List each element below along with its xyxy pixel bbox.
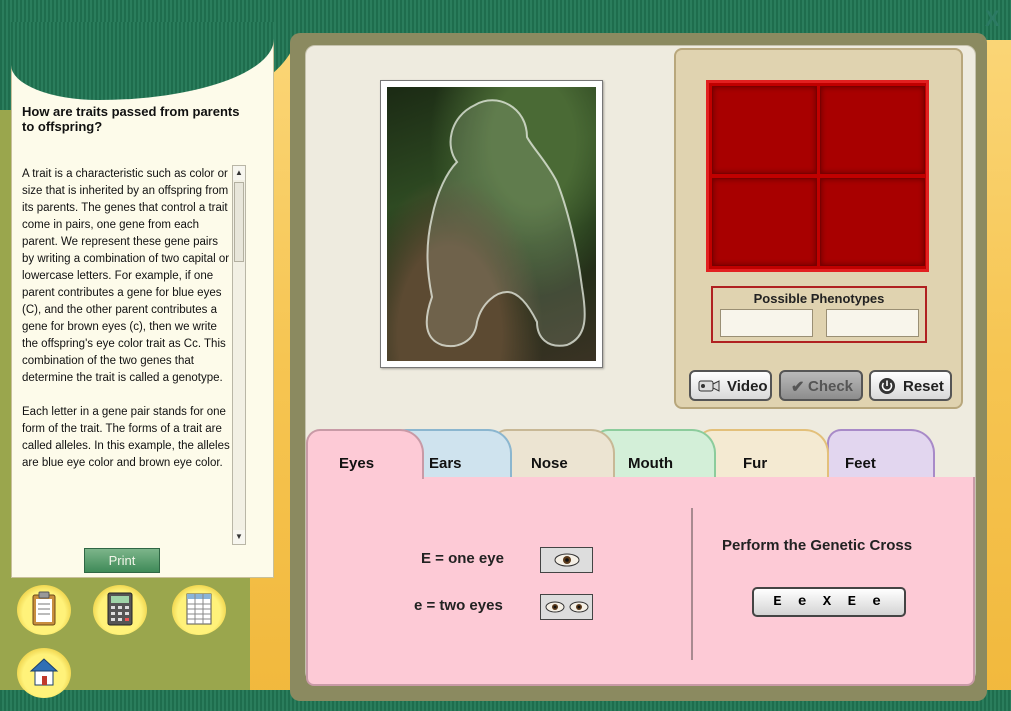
spreadsheet-icon: [186, 593, 212, 625]
creature-image: [387, 87, 596, 361]
calculator-icon: [107, 592, 133, 626]
punnett-cell[interactable]: [820, 178, 925, 266]
two-eyes-icon: [545, 601, 588, 613]
home-button[interactable]: [17, 648, 71, 698]
spreadsheet-tool-button[interactable]: [172, 585, 226, 635]
possible-phenotypes-title: Possible Phenotypes: [753, 291, 885, 306]
reset-button[interactable]: Reset: [869, 370, 952, 401]
punnett-square: [706, 80, 929, 272]
home-icon: [29, 658, 59, 686]
scroll-down-icon[interactable]: ▼: [233, 530, 245, 544]
phenotype-field[interactable]: [720, 309, 813, 337]
video-camera-icon: [698, 380, 720, 392]
trait-panel: [306, 477, 975, 686]
scroll-up-icon[interactable]: ▲: [233, 166, 245, 180]
tab-fur[interactable]: Fur: [698, 429, 829, 479]
creature-silhouette: [425, 99, 586, 347]
possible-phenotypes-box: Possible Phenotypes: [711, 286, 927, 343]
power-icon: [879, 378, 895, 394]
info-panel-text: A trait is a characteristic such as colo…: [22, 166, 232, 521]
clipboard-icon: [32, 591, 56, 626]
info-scrollbar[interactable]: ▲ ▼: [232, 165, 246, 545]
dominant-allele-label: E = one eye: [421, 550, 504, 567]
tab-feet[interactable]: Feet: [827, 429, 935, 479]
one-eye-swatch: [540, 547, 593, 573]
two-eyes-swatch: [540, 594, 593, 620]
phenotype-field[interactable]: [826, 309, 919, 337]
calculator-tool-button[interactable]: [93, 585, 147, 635]
punnett-cell[interactable]: [820, 86, 925, 174]
tab-eyes[interactable]: Eyes: [306, 429, 424, 479]
check-button[interactable]: ✔ Check: [779, 370, 863, 401]
scroll-thumb[interactable]: [234, 182, 244, 262]
trait-panel-divider: [691, 508, 693, 660]
info-paragraph: A trait is a characteristic such as colo…: [22, 168, 230, 384]
genetic-cross-title: Perform the Genetic Cross: [722, 537, 913, 554]
info-panel-title: How are traits passed from parents to of…: [22, 104, 240, 134]
recessive-allele-label: e = two eyes: [414, 597, 503, 614]
print-button[interactable]: Print: [84, 548, 160, 573]
punnett-cell[interactable]: [712, 86, 817, 174]
one-eye-icon: [554, 553, 579, 567]
close-button[interactable]: X: [985, 6, 1000, 32]
creature-photo-frame: [380, 80, 603, 368]
checkmark-icon: ✔: [791, 379, 805, 396]
video-button[interactable]: Video: [689, 370, 772, 401]
punnett-cell[interactable]: [712, 178, 817, 266]
info-paragraph: Each letter in a gene pair stands for on…: [22, 406, 230, 469]
genetic-cross-button[interactable]: E e X E e: [752, 587, 906, 617]
clipboard-tool-button[interactable]: [17, 585, 71, 635]
